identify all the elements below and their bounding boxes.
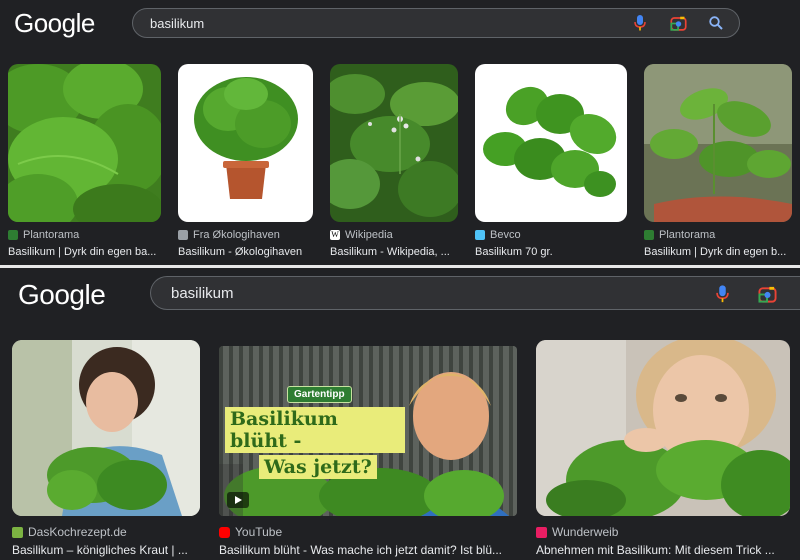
- video-title-overlay: Gartentipp Basilikum blüht - Was jetzt?: [225, 384, 405, 479]
- plantorama-favicon-icon: [8, 230, 18, 240]
- wunderweib-favicon-icon: [536, 526, 547, 538]
- top-search-panel: Google basilikum Plantorama Basilikum | …: [0, 0, 800, 265]
- play-icon[interactable]: [227, 492, 249, 508]
- image-result[interactable]: Plantorama Basilikum | Dyrk din egen ba.…: [8, 64, 161, 264]
- result-source[interactable]: Plantorama: [644, 228, 792, 242]
- search-box[interactable]: [132, 8, 740, 38]
- image-result[interactable]: W Wikipedia Basilikum - Wikipedia, ...: [330, 64, 458, 264]
- result-thumbnail[interactable]: [12, 340, 200, 516]
- video-overlay-line1: Basilikum blüht -: [225, 407, 405, 453]
- result-caption[interactable]: Basilikum - Wikipedia, ...: [330, 246, 458, 260]
- search-input[interactable]: [150, 11, 739, 35]
- youtube-favicon-icon: [219, 526, 230, 538]
- source-name: Bevco: [490, 229, 521, 241]
- result-thumbnail[interactable]: Gartentipp Basilikum blüht - Was jetzt?: [219, 346, 517, 516]
- google-logo[interactable]: Google: [18, 279, 106, 311]
- okologihaven-favicon-icon: [178, 230, 188, 240]
- result-thumbnail[interactable]: [475, 64, 627, 222]
- result-source[interactable]: DasKochrezept.de: [12, 524, 200, 540]
- result-caption[interactable]: Basilikum - Økologihaven: [178, 246, 313, 260]
- image-result[interactable]: Gartentipp Basilikum blüht - Was jetzt? …: [219, 346, 517, 560]
- search-icon[interactable]: [707, 14, 725, 32]
- image-result[interactable]: Plantorama Basilikum | Dyrk din egen b..…: [644, 64, 792, 264]
- result-caption[interactable]: Basilikum blüht - Was mache ich jetzt da…: [219, 543, 517, 559]
- camera-lens-icon[interactable]: [756, 283, 778, 305]
- image-result[interactable]: Wunderweib Abnehmen mit Basilikum: Mit d…: [536, 340, 790, 560]
- camera-lens-icon[interactable]: [668, 13, 688, 33]
- result-caption[interactable]: Basilikum – königliches Kraut | ...: [12, 543, 200, 559]
- bottom-header: Google: [0, 268, 800, 320]
- plantorama-favicon-icon: [644, 230, 654, 240]
- result-thumbnail[interactable]: [536, 340, 790, 516]
- source-name: Wikipedia: [345, 229, 393, 241]
- search-box[interactable]: [150, 276, 800, 310]
- bevco-favicon-icon: [475, 230, 485, 240]
- daskochrezept-favicon-icon: [12, 526, 23, 538]
- result-source[interactable]: YouTube: [219, 524, 517, 540]
- source-name: Fra Økologihaven: [193, 229, 280, 241]
- microphone-icon[interactable]: [712, 284, 732, 304]
- result-thumbnail[interactable]: [178, 64, 313, 222]
- microphone-icon[interactable]: [631, 14, 649, 32]
- result-thumbnail[interactable]: [330, 64, 458, 222]
- source-name: DasKochrezept.de: [28, 525, 127, 539]
- result-source[interactable]: Bevco: [475, 228, 627, 242]
- search-input[interactable]: [171, 280, 800, 306]
- result-source[interactable]: W Wikipedia: [330, 228, 458, 242]
- source-name: Plantorama: [23, 229, 80, 241]
- gartentipp-badge: Gartentipp: [287, 386, 352, 403]
- google-logo[interactable]: Google: [14, 8, 95, 39]
- bottom-search-panel: Google basilikum DasKochrezept.de Basili…: [0, 268, 800, 560]
- result-caption[interactable]: Basilikum | Dyrk din egen ba...: [8, 246, 161, 260]
- wikipedia-favicon-icon: W: [330, 230, 340, 240]
- top-header: Google: [0, 0, 800, 46]
- source-name: Wunderweib: [552, 525, 619, 539]
- result-source[interactable]: Plantorama: [8, 228, 161, 242]
- result-thumbnail[interactable]: [644, 64, 792, 222]
- result-thumbnail[interactable]: [8, 64, 161, 222]
- result-source[interactable]: Wunderweib: [536, 524, 790, 540]
- image-result[interactable]: DasKochrezept.de Basilikum – königliches…: [12, 340, 200, 560]
- video-overlay-line2: Was jetzt?: [259, 455, 377, 479]
- result-caption[interactable]: Abnehmen mit Basilikum: Mit diesem Trick…: [536, 543, 790, 559]
- result-source[interactable]: Fra Økologihaven: [178, 228, 313, 242]
- source-name: Plantorama: [659, 229, 716, 241]
- image-result[interactable]: Fra Økologihaven Basilikum - Økologihave…: [178, 64, 313, 264]
- source-name: YouTube: [235, 525, 283, 539]
- result-caption[interactable]: Basilikum 70 gr.: [475, 246, 627, 260]
- result-caption[interactable]: Basilikum | Dyrk din egen b...: [644, 246, 792, 260]
- image-result[interactable]: Bevco Basilikum 70 gr.: [475, 64, 627, 264]
